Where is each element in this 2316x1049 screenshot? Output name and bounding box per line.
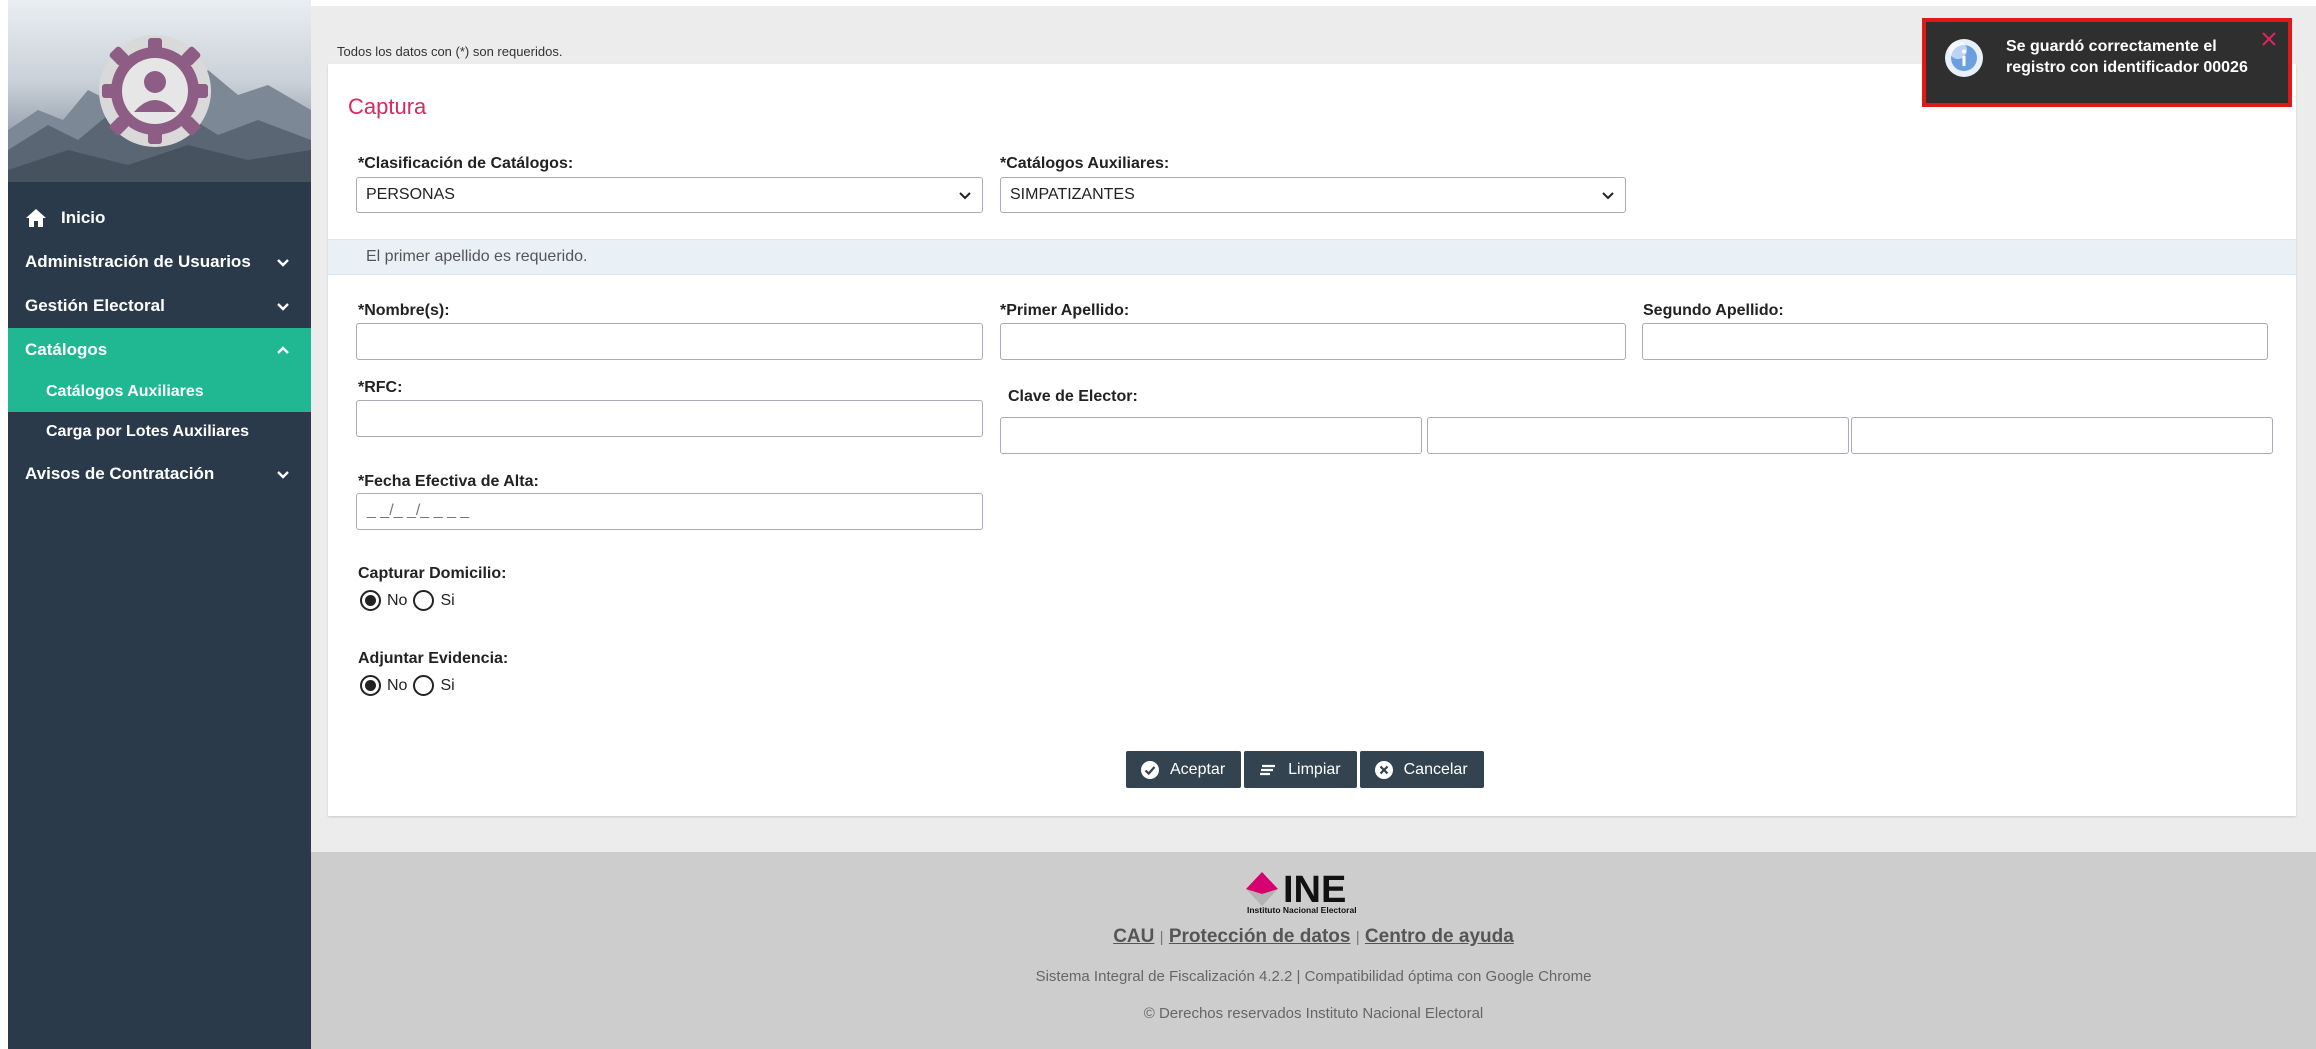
catalogos-label: *Catálogos Auxiliares: <box>1000 155 1170 172</box>
sidebar-item-label: Carga por Lotes Auxiliares <box>46 423 250 440</box>
sidebar-item-label: Catálogos <box>25 340 108 359</box>
check-circle-icon <box>1141 760 1159 779</box>
footer-links: CAU | Protección de datos | Centro de ay… <box>311 926 2316 948</box>
evidencia-si-option[interactable]: Si <box>413 675 455 696</box>
sidebar-header <box>8 0 311 182</box>
sidebar-item-gestion-electoral[interactable]: Gestión Electoral <box>8 284 311 328</box>
left-edge <box>0 0 8 1049</box>
success-toast: Se guardó correctamente el registro con … <box>1922 18 2292 107</box>
catalogos-select[interactable]: SIMPATIZANTES <box>1000 177 1626 213</box>
app-window: Inicio Administración de Usuarios Gestió… <box>0 0 2316 1049</box>
sidebar-item-label: Inicio <box>61 208 106 227</box>
info-icon <box>1945 39 1983 77</box>
home-icon <box>26 209 46 227</box>
domicilio-radio-group: No Si <box>360 590 461 611</box>
user-gear-logo <box>99 35 211 147</box>
copyright-text: © Derechos reservados Instituto Nacional… <box>1143 1005 1484 1022</box>
sidebar-item-label: Administración de Usuarios <box>25 252 251 271</box>
link-separator: | <box>1355 929 1360 946</box>
option-label: Si <box>440 591 455 609</box>
radio-checked-icon[interactable] <box>360 675 381 696</box>
clave-elector-label: Clave de Elector: <box>1008 388 1138 405</box>
domicilio-no-option[interactable]: No <box>360 590 407 611</box>
link-separator: | <box>1159 929 1164 946</box>
clasificacion-value: PERSONAS <box>366 186 455 203</box>
page-title: Captura <box>348 94 427 119</box>
lines-icon <box>1260 764 1276 775</box>
nombre-label: *Nombre(s): <box>358 302 450 319</box>
fecha-input[interactable]: _ _/_ _/_ _ _ _ <box>356 493 983 530</box>
sidebar-item-inicio[interactable]: Inicio <box>8 196 311 240</box>
required-note: Todos los datos con (*) son requeridos. <box>337 44 563 59</box>
chevron-up-icon <box>277 346 289 354</box>
validation-alert: El primer apellido es requerido. <box>328 239 2296 275</box>
chevron-down-icon <box>277 303 289 311</box>
primer-apellido-input[interactable] <box>1000 323 1626 360</box>
clasificacion-label: *Clasificación de Catálogos: <box>358 155 574 172</box>
sidebar-item-catalogos-auxiliares[interactable]: Catálogos Auxiliares <box>8 372 311 412</box>
limpiar-label: Limpiar <box>1288 760 1341 778</box>
sidebar: Inicio Administración de Usuarios Gestió… <box>8 0 311 1049</box>
sidebar-nav: Inicio Administración de Usuarios Gestió… <box>8 196 311 496</box>
sidebar-item-avisos-contratacion[interactable]: Avisos de Contratación <box>8 452 311 496</box>
form-actions: Aceptar Limpiar Cancelar <box>1126 751 1487 788</box>
ine-subtitle: Instituto Nacional Electoral <box>1247 905 1357 914</box>
clave-elector-input-3[interactable] <box>1851 417 2273 454</box>
ine-logo: INE Instituto Nacional Electoral <box>1246 869 1357 914</box>
chevron-down-icon <box>1602 192 1614 200</box>
aceptar-button[interactable]: Aceptar <box>1126 751 1242 788</box>
option-label: Si <box>440 676 455 694</box>
cancelar-button[interactable]: Cancelar <box>1359 751 1484 788</box>
chevron-down-icon <box>959 192 971 200</box>
sidebar-item-administracion-usuarios[interactable]: Administración de Usuarios <box>8 240 311 284</box>
x-circle-icon <box>1374 760 1393 779</box>
limpiar-button[interactable]: Limpiar <box>1244 751 1357 788</box>
option-label: No <box>387 676 408 694</box>
chevron-down-icon <box>277 471 289 479</box>
catalogos-value: SIMPATIZANTES <box>1010 186 1135 203</box>
evidencia-no-option[interactable]: No <box>360 675 407 696</box>
top-strip <box>311 0 2316 6</box>
fecha-placeholder: _ _/_ _/_ _ _ _ <box>367 502 470 519</box>
aceptar-label: Aceptar <box>1170 760 1226 778</box>
cau-link[interactable]: CAU <box>1113 926 1154 947</box>
sidebar-item-carga-lotes[interactable]: Carga por Lotes Auxiliares <box>8 412 311 452</box>
evidencia-radio-group: No Si <box>360 675 461 696</box>
clave-elector-input-2[interactable] <box>1427 417 1849 454</box>
chevron-down-icon <box>277 259 289 267</box>
radio-checked-icon[interactable] <box>360 590 381 611</box>
domicilio-label: Capturar Domicilio: <box>358 565 507 582</box>
clave-elector-input-1[interactable] <box>1000 417 1422 454</box>
clasificacion-select[interactable]: PERSONAS <box>356 177 983 213</box>
sidebar-item-catalogos[interactable]: Catálogos <box>8 328 311 372</box>
radio-unchecked-icon[interactable] <box>413 590 435 611</box>
rfc-label: *RFC: <box>358 379 403 396</box>
segundo-apellido-input[interactable] <box>1642 323 2268 360</box>
toast-message: Se guardó correctamente el registro con … <box>2006 38 2248 76</box>
rfc-input[interactable] <box>356 400 983 437</box>
proteccion-datos-link[interactable]: Protección de datos <box>1169 926 1351 947</box>
fecha-label: *Fecha Efectiva de Alta: <box>358 473 539 490</box>
sidebar-item-label: Catálogos Auxiliares <box>46 383 204 400</box>
option-label: No <box>387 591 408 609</box>
radio-unchecked-icon[interactable] <box>413 675 435 696</box>
evidencia-label: Adjuntar Evidencia: <box>358 650 509 667</box>
sidebar-item-label: Gestión Electoral <box>25 296 165 315</box>
centro-ayuda-link[interactable]: Centro de ayuda <box>1365 926 1514 947</box>
footer: INE Instituto Nacional Electoral CAU | P… <box>311 852 2316 1049</box>
nombre-input[interactable] <box>356 323 983 360</box>
primer-apellido-label: *Primer Apellido: <box>1000 302 1130 319</box>
system-version-text: Sistema Integral de Fiscalización 4.2.2 … <box>1035 968 1592 985</box>
sidebar-item-label: Avisos de Contratación <box>25 464 215 483</box>
cancelar-label: Cancelar <box>1403 760 1468 778</box>
domicilio-si-option[interactable]: Si <box>413 590 455 611</box>
close-icon[interactable] <box>2260 30 2278 48</box>
segundo-apellido-label: Segundo Apellido: <box>1643 302 1784 319</box>
